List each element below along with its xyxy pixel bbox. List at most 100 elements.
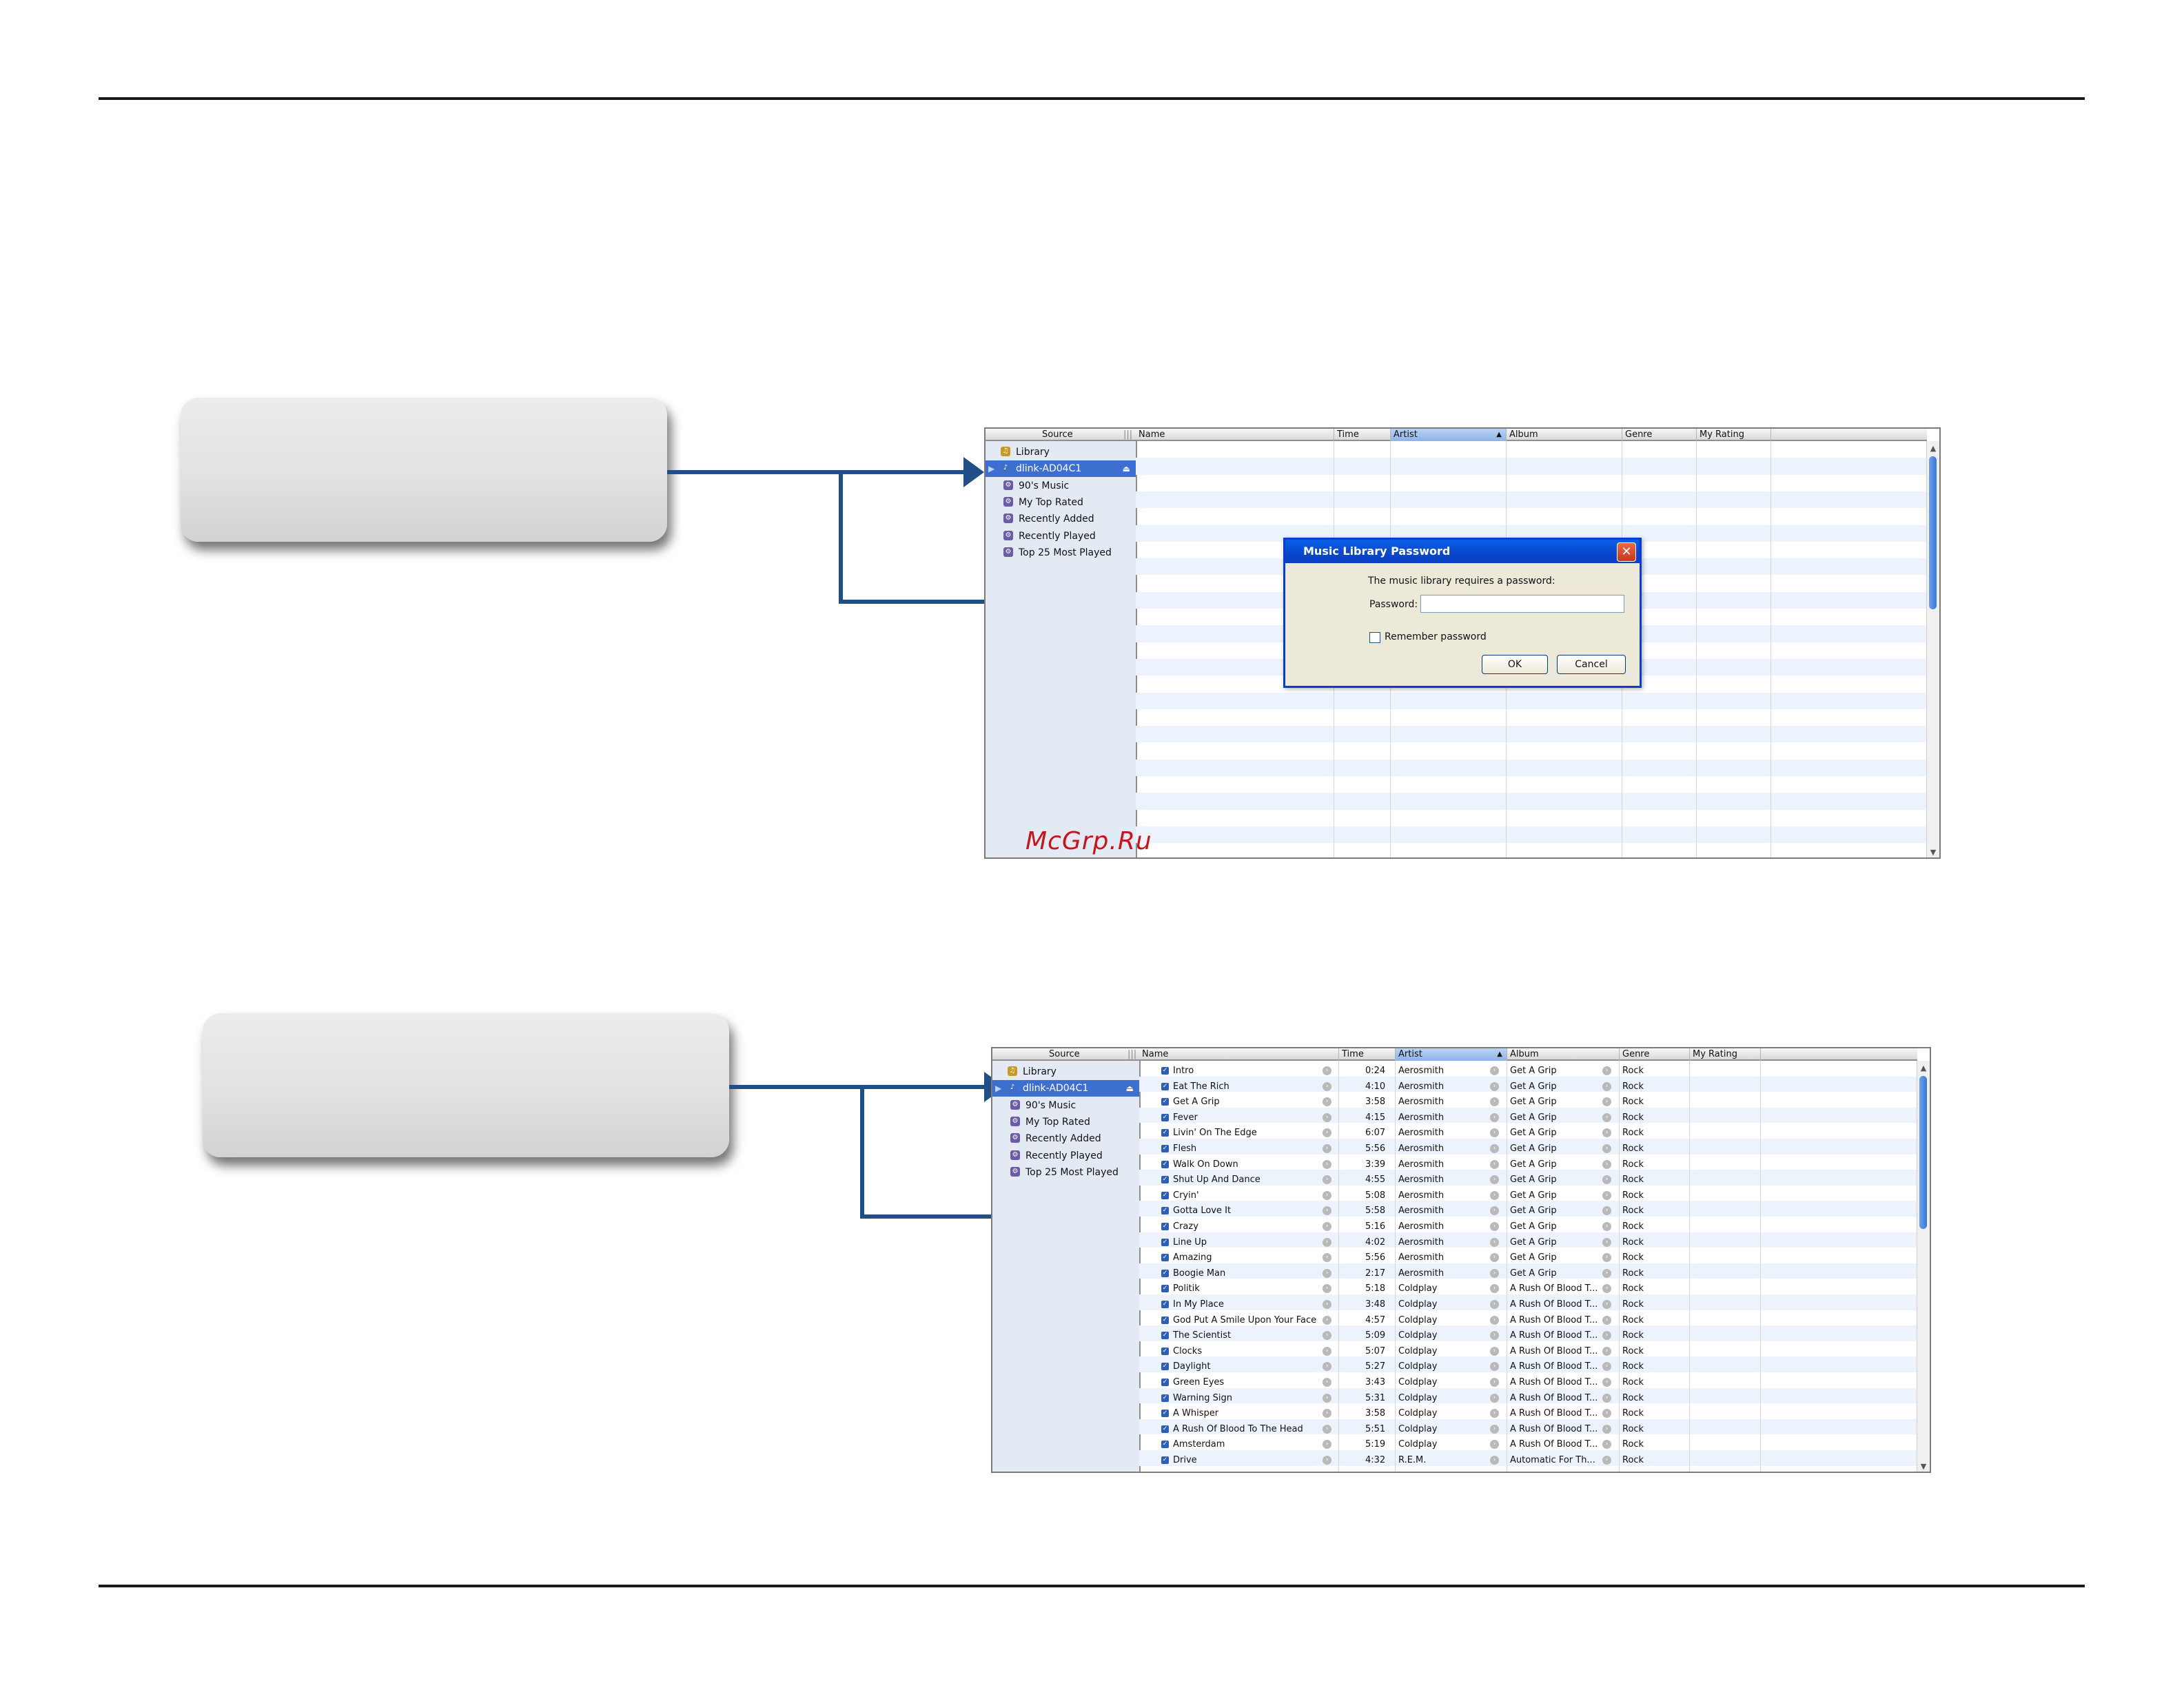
link-arrow-icon[interactable]: › <box>1602 1315 1611 1325</box>
link-arrow-icon[interactable]: › <box>1490 1128 1499 1138</box>
track-checkbox[interactable]: ✓ <box>1161 1441 1169 1449</box>
link-arrow-icon[interactable]: › <box>1602 1222 1611 1231</box>
column-header-album[interactable]: Album <box>1507 1048 1620 1061</box>
track-checkbox[interactable]: ✓ <box>1161 1363 1169 1371</box>
link-arrow-icon[interactable]: › <box>1602 1346 1611 1356</box>
column-header-name[interactable]: Name <box>1136 429 1334 441</box>
track-row[interactable]: ✓ God Put A Smile Upon Your Face › 4:57 Cold… <box>992 1313 1930 1329</box>
track-row[interactable]: ✓ Crazy › 5:16 Aerosmith › Get A Grip › Rock <box>992 1219 1930 1235</box>
link-arrow-icon[interactable]: › <box>1490 1300 1499 1309</box>
scroll-thumb[interactable] <box>1919 1076 1927 1229</box>
link-arrow-icon[interactable]: › <box>1323 1097 1331 1107</box>
link-arrow-icon[interactable]: › <box>1490 1159 1499 1169</box>
track-checkbox[interactable]: ✓ <box>1161 1410 1169 1418</box>
link-arrow-icon[interactable]: › <box>1490 1268 1499 1278</box>
track-row[interactable]: ✓ Intro › 0:24 Aerosmith › Get A Grip › Rock <box>992 1064 1930 1079</box>
track-row[interactable]: ✓ A Rush Of Blood To The Head › 5:51 Coldpla… <box>992 1422 1930 1438</box>
link-arrow-icon[interactable]: › <box>1602 1081 1611 1091</box>
link-arrow-icon[interactable]: › <box>1323 1315 1331 1325</box>
link-arrow-icon[interactable]: › <box>1323 1331 1331 1341</box>
link-arrow-icon[interactable]: › <box>1602 1159 1611 1169</box>
link-arrow-icon[interactable]: › <box>1490 1190 1499 1200</box>
remember-password-label[interactable]: Remember password <box>1385 631 1487 642</box>
track-row[interactable]: ✓ Warning Sign › 5:31 Coldplay › A Rush Of Blo… <box>992 1391 1930 1407</box>
column-header-artist[interactable]: Artist ▲ <box>1396 1048 1507 1061</box>
link-arrow-icon[interactable]: › <box>1323 1300 1331 1309</box>
track-row[interactable]: ✓ Livin' On The Edge › 6:07 Aerosmith › Get A … <box>992 1126 1930 1141</box>
track-row[interactable]: ✓ Clocks › 5:07 Coldplay › A Rush Of Blood T..… <box>992 1344 1930 1360</box>
link-arrow-icon[interactable]: › <box>1602 1066 1611 1075</box>
track-checkbox[interactable]: ✓ <box>1161 1394 1169 1402</box>
link-arrow-icon[interactable]: › <box>1490 1424 1499 1434</box>
link-arrow-icon[interactable]: › <box>1323 1284 1331 1294</box>
track-row[interactable]: ✓ Fever › 4:15 Aerosmith › Get A Grip › Rock <box>992 1110 1930 1126</box>
scroll-down-icon[interactable]: ▼ <box>1927 848 1939 857</box>
link-arrow-icon[interactable]: › <box>1323 1175 1331 1185</box>
source-item[interactable]: ⚙ My Top Rated <box>986 494 1136 511</box>
link-arrow-icon[interactable]: › <box>1490 1237 1499 1247</box>
link-arrow-icon[interactable]: › <box>1490 1346 1499 1356</box>
track-checkbox[interactable]: ✓ <box>1161 1160 1169 1168</box>
link-arrow-icon[interactable]: › <box>1602 1190 1611 1200</box>
track-row[interactable]: ✓ Amsterdam › 5:19 Coldplay › A Rush Of Blood … <box>992 1437 1930 1453</box>
column-header-my-rating[interactable]: My Rating <box>1697 429 1771 441</box>
resize-grip-icon[interactable]: ||| <box>1127 1048 1136 1061</box>
link-arrow-icon[interactable]: › <box>1490 1362 1499 1372</box>
column-header-name[interactable]: Name <box>1139 1048 1339 1061</box>
link-arrow-icon[interactable]: › <box>1323 1346 1331 1356</box>
link-arrow-icon[interactable]: › <box>1323 1159 1331 1169</box>
track-row[interactable]: ✓ A Whisper › 3:58 Coldplay › A Rush Of Blood … <box>992 1406 1930 1422</box>
track-checkbox[interactable]: ✓ <box>1161 1285 1169 1293</box>
link-arrow-icon[interactable]: › <box>1323 1128 1331 1138</box>
vertical-scrollbar[interactable]: ▲ ▼ <box>1917 1061 1930 1472</box>
link-arrow-icon[interactable]: › <box>1323 1378 1331 1387</box>
link-arrow-icon[interactable]: › <box>1323 1253 1331 1263</box>
track-row[interactable]: ✓ Get A Grip › 3:58 Aerosmith › Get A Grip › Roc… <box>992 1095 1930 1110</box>
link-arrow-icon[interactable]: › <box>1602 1409 1611 1418</box>
track-row[interactable]: ✓ Flesh › 5:56 Aerosmith › Get A Grip › Rock <box>992 1141 1930 1157</box>
link-arrow-icon[interactable]: › <box>1602 1144 1611 1153</box>
track-checkbox[interactable]: ✓ <box>1161 1347 1169 1355</box>
track-row[interactable]: ✓ Amazing › 5:56 Aerosmith › Get A Grip › Rock <box>992 1250 1930 1266</box>
link-arrow-icon[interactable]: › <box>1323 1440 1331 1450</box>
column-header-artist[interactable]: Artist ▲ <box>1391 429 1507 441</box>
link-arrow-icon[interactable]: › <box>1323 1112 1331 1122</box>
column-header-genre[interactable]: Genre <box>1620 1048 1690 1061</box>
track-row[interactable]: ✓ The Scientist › 5:09 Coldplay › A Rush Of Bl… <box>992 1328 1930 1344</box>
link-arrow-icon[interactable]: › <box>1490 1066 1499 1075</box>
link-arrow-icon[interactable]: › <box>1602 1393 1611 1403</box>
link-arrow-icon[interactable]: › <box>1602 1284 1611 1294</box>
column-header-my-rating[interactable]: My Rating <box>1690 1048 1761 1061</box>
link-arrow-icon[interactable]: › <box>1490 1284 1499 1294</box>
cancel-button[interactable]: Cancel <box>1557 655 1626 674</box>
track-row[interactable]: ✓ Line Up › 4:02 Aerosmith › Get A Grip › Rock <box>992 1235 1930 1251</box>
track-checkbox[interactable]: ✓ <box>1161 1379 1169 1386</box>
track-row[interactable]: ✓ Cryin' › 5:08 Aerosmith › Get A Grip › Rock <box>992 1188 1930 1204</box>
link-arrow-icon[interactable]: › <box>1490 1409 1499 1418</box>
link-arrow-icon[interactable]: › <box>1602 1362 1611 1372</box>
track-checkbox[interactable]: ✓ <box>1161 1129 1169 1137</box>
scroll-up-icon[interactable]: ▲ <box>1927 444 1939 454</box>
eject-icon[interactable]: ⏏ <box>1123 460 1130 477</box>
track-checkbox[interactable]: ✓ <box>1161 1082 1169 1090</box>
track-row[interactable]: ✓ Gotta Love It › 5:58 Aerosmith › Get A Grip ›… <box>992 1203 1930 1219</box>
ok-button[interactable]: OK <box>1482 655 1548 674</box>
track-row[interactable]: ✓ Eat The Rich › 4:10 Aerosmith › Get A Grip › R… <box>992 1079 1930 1095</box>
link-arrow-icon[interactable]: › <box>1602 1097 1611 1107</box>
source-item[interactable]: ⚙ Recently Added <box>986 511 1136 527</box>
track-checkbox[interactable]: ✓ <box>1161 1207 1169 1215</box>
link-arrow-icon[interactable]: › <box>1323 1066 1331 1075</box>
link-arrow-icon[interactable]: › <box>1602 1175 1611 1185</box>
track-checkbox[interactable]: ✓ <box>1161 1301 1169 1308</box>
link-arrow-icon[interactable]: › <box>1323 1144 1331 1153</box>
track-checkbox[interactable]: ✓ <box>1161 1067 1169 1075</box>
link-arrow-icon[interactable]: › <box>1490 1112 1499 1122</box>
track-checkbox[interactable]: ✓ <box>1161 1316 1169 1324</box>
link-arrow-icon[interactable]: › <box>1323 1409 1331 1418</box>
track-row[interactable]: ✓ In My Place › 3:48 Coldplay › A Rush Of Bloo… <box>992 1297 1930 1313</box>
source-item[interactable]: ♪ dlink-AD04C1 ▶ ⏏ <box>986 460 1136 478</box>
track-row[interactable]: ✓ Daylight › 5:27 Coldplay › A Rush Of Blood T… <box>992 1359 1930 1375</box>
column-header-album[interactable]: Album <box>1507 429 1622 441</box>
link-arrow-icon[interactable]: › <box>1490 1253 1499 1263</box>
track-checkbox[interactable]: ✓ <box>1161 1145 1169 1152</box>
